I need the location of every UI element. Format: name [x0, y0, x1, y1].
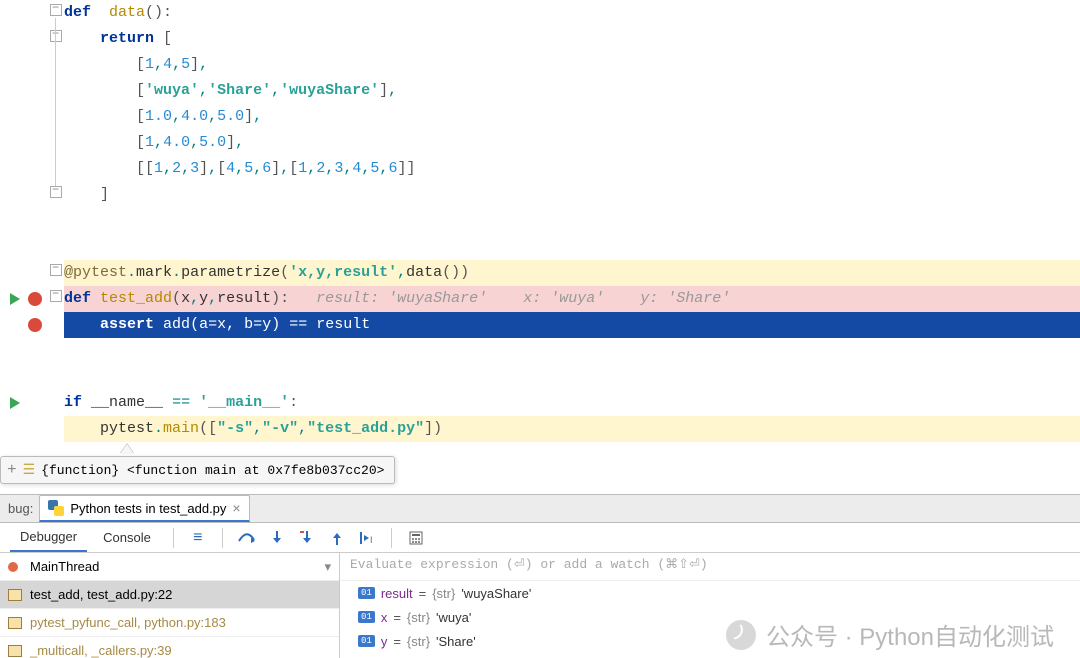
code-line[interactable]: [1.0,4.0,5.0], — [64, 104, 1080, 130]
frames-panel[interactable]: MainThread ▾ test_add, test_add.py:22 py… — [0, 553, 340, 658]
frame-icon — [8, 617, 22, 629]
debugger-body: MainThread ▾ test_add, test_add.py:22 py… — [0, 553, 1080, 658]
chevron-down-icon[interactable]: ▾ — [324, 559, 331, 575]
fold-guide — [55, 18, 56, 188]
code-line[interactable]: return [ — [64, 26, 1080, 52]
calculator-icon[interactable] — [404, 526, 428, 550]
tooltip-text: {function} <function main at 0x7fe8b037c… — [41, 463, 384, 478]
frame-label: pytest_pyfunc_call, python.py:183 — [30, 615, 226, 630]
code-line[interactable]: [1,4,5], — [64, 52, 1080, 78]
var-type: {str} — [407, 634, 430, 649]
var-badge: 01 — [358, 635, 375, 647]
code-line[interactable]: pytest.main(["-s","-v","test_add.py"]) — [64, 416, 1080, 442]
var-type: {str} — [407, 610, 430, 625]
code-line[interactable]: [1,4.0,5.0], — [64, 130, 1080, 156]
frame-label: _multicall, _callers.py:39 — [30, 643, 172, 658]
code-line[interactable] — [64, 338, 1080, 364]
code-line-current[interactable]: assert add(a=x, b=y) == result — [64, 312, 1080, 338]
python-icon — [48, 500, 64, 516]
separator — [391, 528, 392, 548]
code-area[interactable]: def data(): return [ [1,4,5], ['wuya','S… — [64, 0, 1080, 442]
separator — [222, 528, 223, 548]
close-icon[interactable]: × — [232, 500, 240, 516]
frame-icon — [8, 589, 22, 601]
threads-icon[interactable]: ≡ — [186, 526, 210, 550]
code-line[interactable] — [64, 234, 1080, 260]
frame-label: test_add, test_add.py:22 — [30, 587, 172, 602]
code-editor[interactable]: def data(): return [ [1,4,5], ['wuya','S… — [0, 0, 1080, 494]
separator — [173, 528, 174, 548]
inline-debug-values: result: 'wuyaShare' x: 'wuya' y: 'Share' — [289, 290, 730, 307]
code-line[interactable] — [64, 364, 1080, 390]
frame-icon — [8, 645, 22, 657]
var-badge: 01 — [358, 611, 375, 623]
var-value: 'wuya' — [436, 610, 471, 625]
tooltip-pointer — [120, 444, 134, 454]
var-name: y — [381, 634, 388, 649]
code-line[interactable]: [[1,2,3],[4,5,6],[1,2,3,4,5,6]] — [64, 156, 1080, 182]
tab-debugger[interactable]: Debugger — [10, 523, 87, 552]
variable-row[interactable]: 01 y = {str} 'Share' — [340, 629, 1080, 653]
variable-row[interactable]: 01 result = {str} 'wuyaShare' — [340, 581, 1080, 605]
fold-icon[interactable] — [50, 186, 62, 198]
var-value: 'wuyaShare' — [461, 586, 531, 601]
debug-tab-bar: bug: Python tests in test_add.py × — [0, 494, 1080, 523]
debug-label: bug: — [2, 501, 39, 522]
var-value: 'Share' — [436, 634, 476, 649]
svg-text:I: I — [370, 535, 373, 545]
fold-icon[interactable] — [50, 290, 62, 302]
thread-row[interactable]: MainThread ▾ — [0, 553, 339, 581]
thread-name: MainThread — [30, 559, 99, 574]
evaluate-input[interactable]: Evaluate expression (⏎) or add a watch (… — [340, 553, 1080, 581]
thread-status-icon — [8, 562, 18, 572]
fold-icon[interactable] — [50, 4, 62, 16]
tab-console[interactable]: Console — [93, 524, 161, 551]
list-icon: ☰ — [23, 462, 36, 479]
variables-panel[interactable]: Evaluate expression (⏎) or add a watch (… — [340, 553, 1080, 658]
code-line[interactable]: def data(): — [64, 0, 1080, 26]
code-line[interactable]: ['wuya','Share','wuyaShare'], — [64, 78, 1080, 104]
breakpoint-icon[interactable] — [28, 318, 42, 332]
evaluate-tooltip: + ☰ {function} <function main at 0x7fe8b… — [0, 456, 395, 484]
step-out-icon[interactable] — [325, 526, 349, 550]
step-over-icon[interactable] — [235, 526, 259, 550]
run-gutter-icon[interactable] — [10, 397, 20, 409]
breakpoint-icon[interactable] — [28, 292, 42, 306]
gutter — [0, 0, 64, 494]
code-line[interactable] — [64, 208, 1080, 234]
frame-row[interactable]: test_add, test_add.py:22 — [0, 581, 339, 609]
frame-row[interactable]: pytest_pyfunc_call, python.py:183 — [0, 609, 339, 637]
frame-row[interactable]: _multicall, _callers.py:39 — [0, 637, 339, 658]
var-type: {str} — [432, 586, 455, 601]
code-line[interactable]: if __name__ == '__main__': — [64, 390, 1080, 416]
plus-icon: + — [7, 461, 17, 479]
run-gutter-icon[interactable] — [10, 293, 20, 305]
fold-icon[interactable] — [50, 264, 62, 276]
tab-title: Python tests in test_add.py — [70, 501, 226, 516]
code-line[interactable]: @pytest.mark.parametrize('x,y,result',da… — [64, 260, 1080, 286]
step-into-my-icon[interactable] — [295, 526, 319, 550]
run-to-cursor-icon[interactable]: I — [355, 526, 379, 550]
var-name: x — [381, 610, 388, 625]
var-name: result — [381, 586, 413, 601]
debug-tab-active[interactable]: Python tests in test_add.py × — [39, 495, 249, 522]
code-line[interactable]: ] — [64, 182, 1080, 208]
variable-row[interactable]: 01 x = {str} 'wuya' — [340, 605, 1080, 629]
step-into-icon[interactable] — [265, 526, 289, 550]
code-line-error[interactable]: def test_add(x,y,result): result: 'wuyaS… — [64, 286, 1080, 312]
fold-icon[interactable] — [50, 30, 62, 42]
debugger-toolbar: Debugger Console ≡ I — [0, 523, 1080, 553]
var-badge: 01 — [358, 587, 375, 599]
